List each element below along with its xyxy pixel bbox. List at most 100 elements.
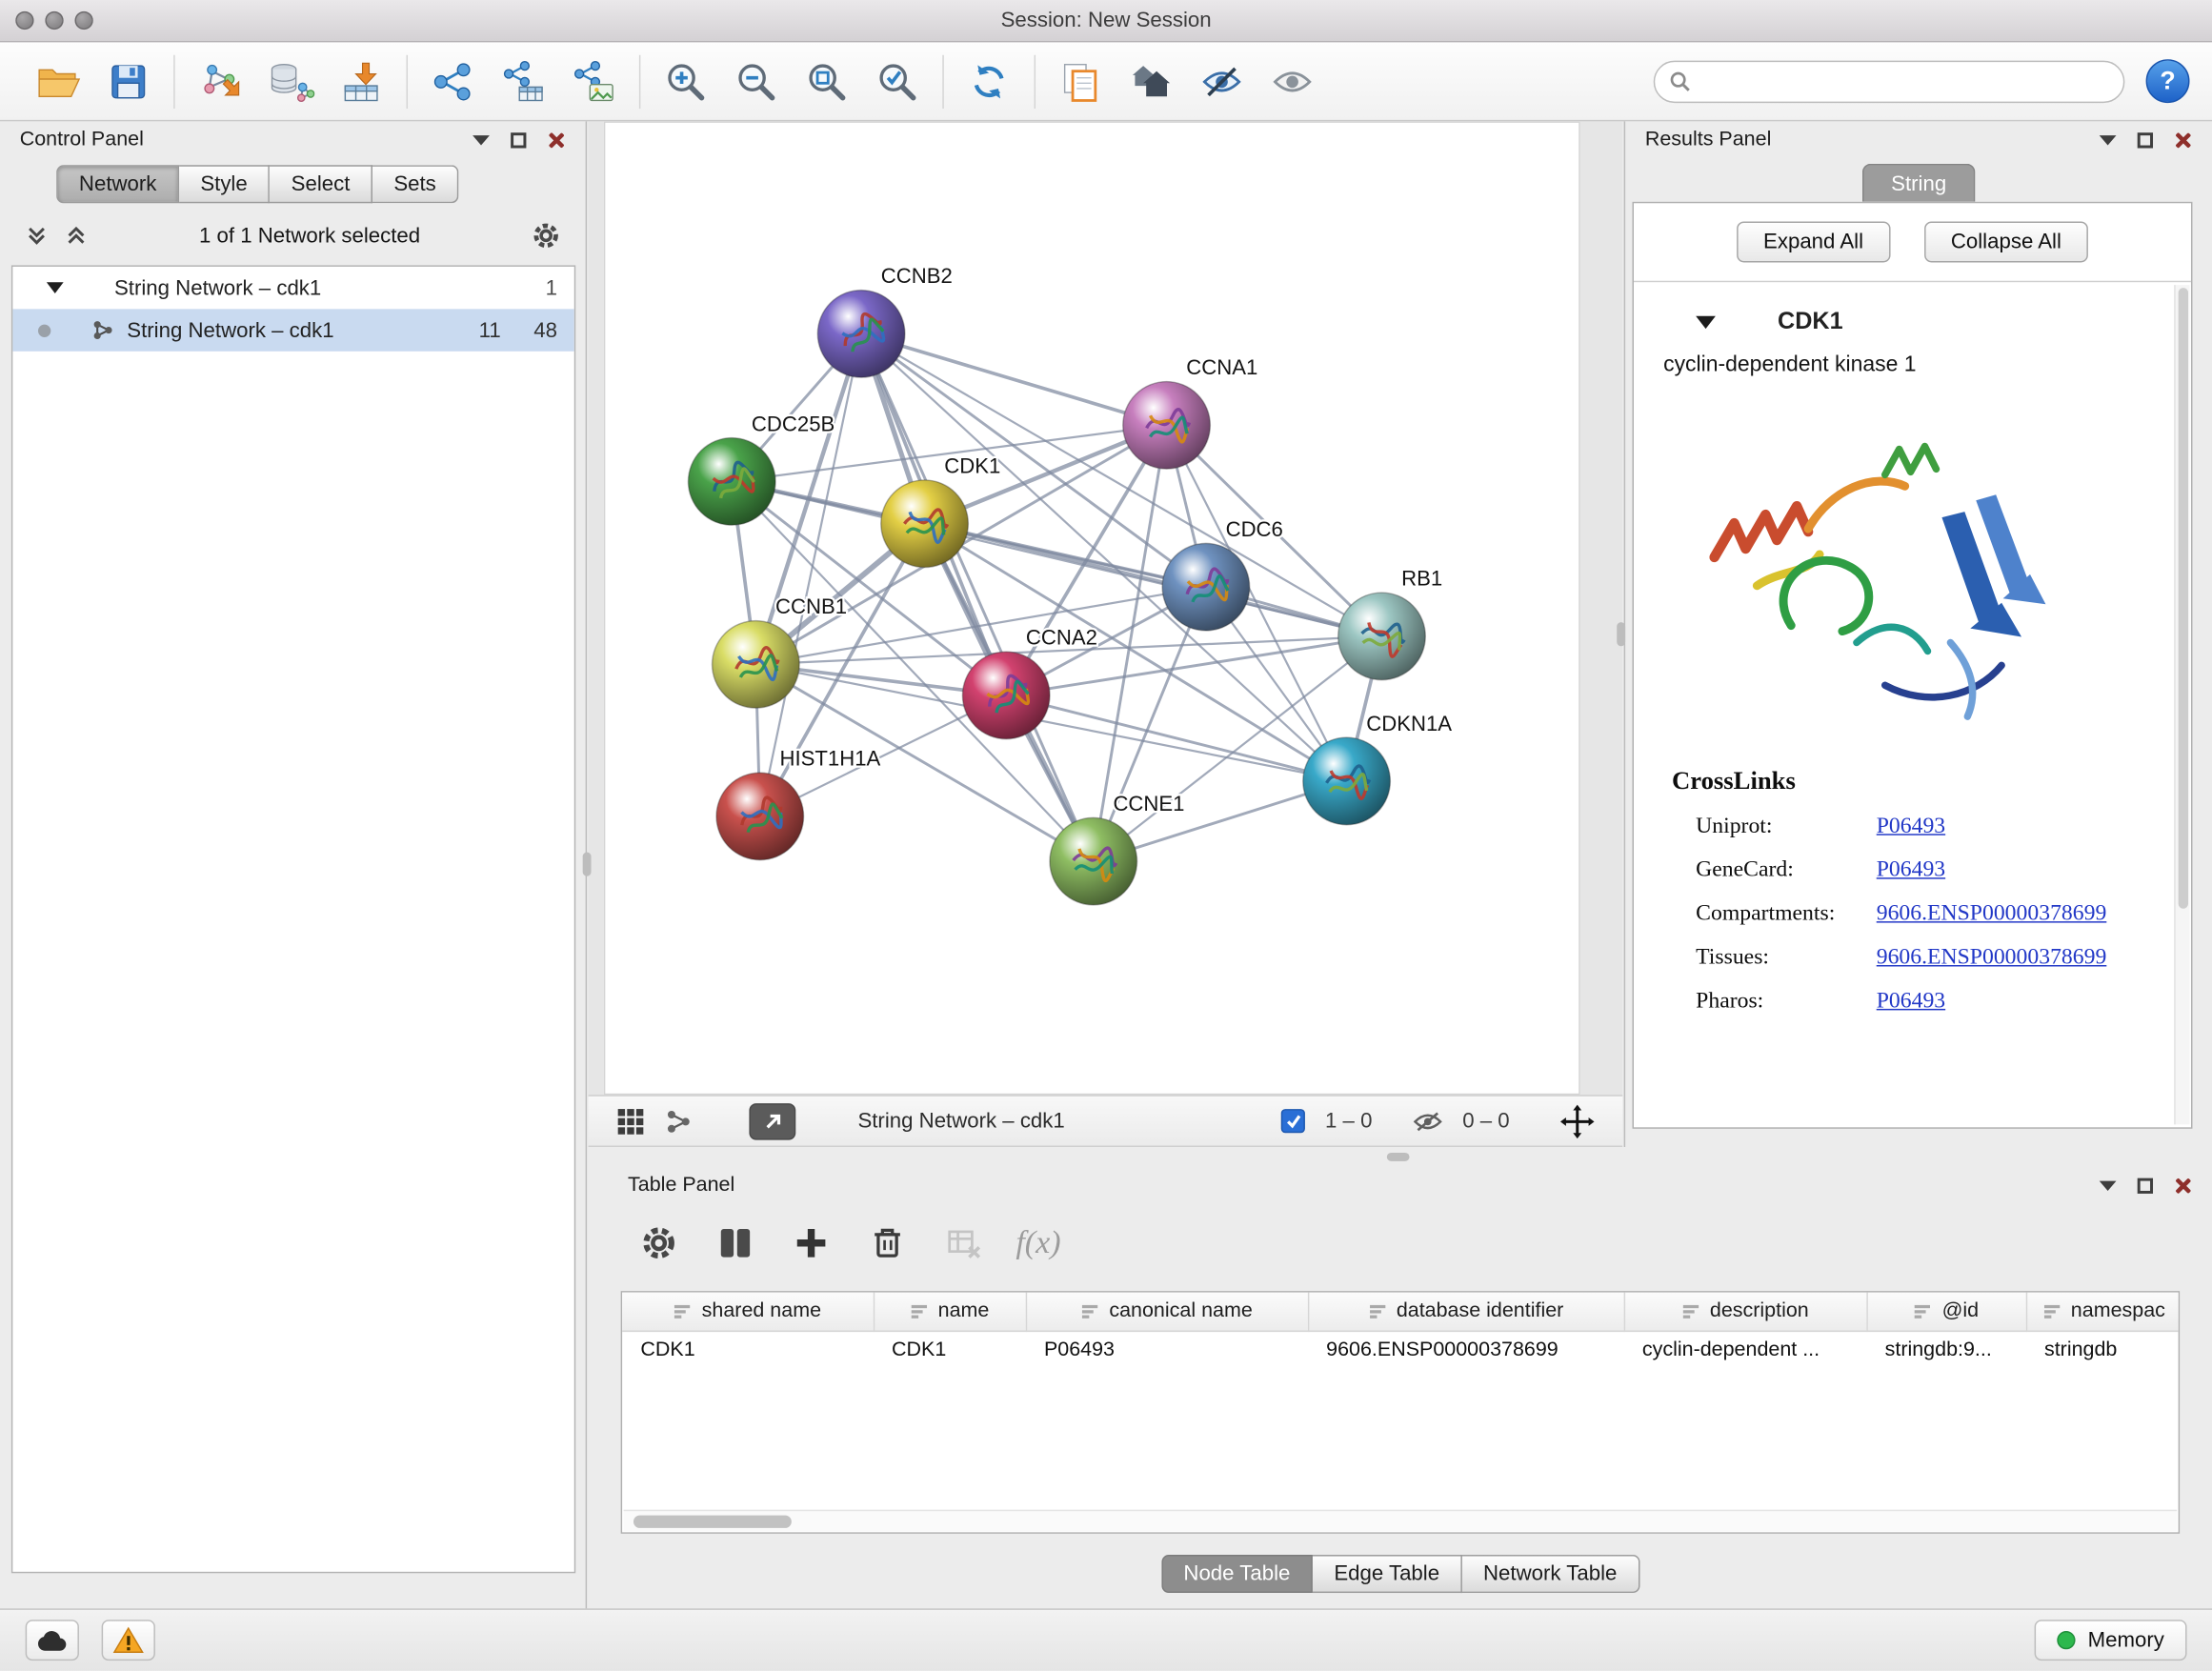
- close-panel-icon[interactable]: [2174, 131, 2192, 149]
- tab-edge-table[interactable]: Edge Table: [1313, 1555, 1462, 1593]
- neighborhood-button[interactable]: [1116, 49, 1186, 113]
- warnings-button[interactable]: [102, 1620, 155, 1661]
- crosslink-link[interactable]: 9606.ENSP00000378699: [1877, 901, 2107, 927]
- column-header-namespac[interactable]: namespac: [2026, 1293, 2180, 1331]
- network-edge[interactable]: [760, 333, 861, 816]
- toggle-columns-button[interactable]: [711, 1219, 758, 1267]
- results-scrollbar[interactable]: [2174, 285, 2189, 1124]
- tab-network-table[interactable]: Network Table: [1462, 1555, 1639, 1593]
- show-all-button[interactable]: [1257, 49, 1328, 113]
- float-panel-icon[interactable]: [2138, 1178, 2153, 1193]
- zoom-window-button[interactable]: [74, 11, 92, 30]
- tab-network[interactable]: Network: [56, 165, 179, 203]
- tab-style[interactable]: Style: [179, 165, 270, 203]
- horizontal-splitter[interactable]: [589, 1147, 2212, 1167]
- create-column-button[interactable]: [787, 1219, 835, 1267]
- export-network-button[interactable]: [417, 49, 488, 113]
- table-cell: stringdb: [2026, 1331, 2180, 1370]
- share-icon[interactable]: [665, 1107, 694, 1136]
- close-panel-icon[interactable]: [548, 131, 566, 149]
- tab-string[interactable]: String: [1862, 164, 1975, 202]
- network-collection-row[interactable]: String Network – cdk1 1: [12, 267, 573, 309]
- grid-icon[interactable]: [616, 1107, 645, 1136]
- expand-all-button[interactable]: Expand All: [1737, 222, 1890, 263]
- delete-column-button[interactable]: [863, 1219, 911, 1267]
- network-node-cdc25b[interactable]: CDC25B: [688, 412, 835, 525]
- close-window-button[interactable]: [15, 11, 33, 30]
- zoom-out-button[interactable]: [721, 49, 792, 113]
- table-settings-button[interactable]: [634, 1219, 682, 1267]
- column-sort-icon: [1081, 1302, 1099, 1320]
- table-row[interactable]: CDK1CDK1P064939606.ENSP00000378699cyclin…: [622, 1331, 2180, 1370]
- search-input[interactable]: [1701, 70, 2109, 92]
- zoom-selected-button[interactable]: [862, 49, 933, 113]
- splitter-handle[interactable]: [1617, 622, 1625, 646]
- collection-expand-icon[interactable]: [47, 282, 64, 293]
- open-in-window-button[interactable]: [749, 1102, 795, 1139]
- save-session-button[interactable]: [93, 49, 164, 113]
- export-table-icon: [499, 57, 547, 105]
- collapse-all-button[interactable]: Collapse All: [1924, 222, 2088, 263]
- panel-menu-icon[interactable]: [2100, 1180, 2117, 1190]
- network-node-hist1h1a[interactable]: HIST1H1A: [716, 747, 881, 860]
- expand-all-icon[interactable]: [65, 224, 88, 247]
- column-header-shared-name[interactable]: shared name: [622, 1293, 874, 1331]
- hide-selected-button[interactable]: [1187, 49, 1257, 113]
- network-edge[interactable]: [861, 333, 1166, 425]
- float-panel-icon[interactable]: [511, 131, 526, 147]
- export-table-button[interactable]: [488, 49, 558, 113]
- gear-icon[interactable]: [532, 222, 560, 251]
- network-edge[interactable]: [1094, 587, 1206, 861]
- apply-preferred-layout-button[interactable]: [954, 49, 1024, 113]
- import-network-database-button[interactable]: [255, 49, 326, 113]
- minimize-window-button[interactable]: [45, 11, 63, 30]
- float-panel-icon[interactable]: [2138, 131, 2153, 147]
- crosslink-link[interactable]: P06493: [1877, 857, 1945, 883]
- tab-sets[interactable]: Sets: [372, 165, 458, 203]
- network-row-selected[interactable]: String Network – cdk1 11 48: [12, 309, 573, 351]
- selected-checkbox[interactable]: [1281, 1109, 1305, 1133]
- network-edge[interactable]: [1006, 695, 1346, 781]
- tab-node-table[interactable]: Node Table: [1161, 1555, 1313, 1593]
- network-edge[interactable]: [925, 524, 1382, 636]
- network-edge[interactable]: [861, 333, 1094, 861]
- close-panel-icon[interactable]: [2174, 1176, 2192, 1194]
- network-node-rb1[interactable]: RB1: [1338, 567, 1443, 680]
- zoom-fit-button[interactable]: [792, 49, 862, 113]
- scrollbar-thumb[interactable]: [633, 1516, 792, 1528]
- collapse-all-icon[interactable]: [26, 224, 49, 247]
- network-node-cdk1[interactable]: CDK1: [881, 454, 1001, 568]
- gene-collapse-icon[interactable]: [1696, 315, 1716, 328]
- column-header-canonical-name[interactable]: canonical name: [1026, 1293, 1308, 1331]
- crosslink-link[interactable]: 9606.ENSP00000378699: [1877, 945, 2107, 971]
- column-header-database-identifier[interactable]: database identifier: [1308, 1293, 1624, 1331]
- network-canvas[interactable]: CCNB2CCNA1CDC25BCDK1CDC6RB1CCNB1CCNA2CDK…: [604, 121, 1580, 1095]
- function-builder-button[interactable]: f(x): [1016, 1225, 1060, 1262]
- splitter-handle[interactable]: [583, 853, 592, 876]
- network-node-ccna1[interactable]: CCNA1: [1123, 355, 1258, 469]
- column-header-description[interactable]: description: [1624, 1293, 1867, 1331]
- open-session-button[interactable]: [23, 49, 93, 113]
- panel-menu-icon[interactable]: [473, 134, 490, 144]
- panel-menu-icon[interactable]: [2100, 134, 2117, 144]
- clear-table-button-disabled[interactable]: [939, 1219, 987, 1267]
- import-network-file-button[interactable]: [185, 49, 255, 113]
- crosslink-link[interactable]: P06493: [1877, 988, 1945, 1014]
- clone-network-button[interactable]: [1045, 49, 1116, 113]
- gene-section-header[interactable]: CDK1: [1634, 282, 2191, 335]
- help-button[interactable]: ?: [2146, 59, 2190, 103]
- zoom-in-button[interactable]: [651, 49, 721, 113]
- column-header-name[interactable]: name: [874, 1293, 1026, 1331]
- network-node-cdkn1a[interactable]: CDKN1A: [1303, 712, 1453, 825]
- move-crosshair-icon[interactable]: [1560, 1104, 1595, 1138]
- table-horizontal-scrollbar[interactable]: [624, 1510, 2178, 1531]
- memory-button[interactable]: Memory: [2034, 1620, 2186, 1661]
- cloud-button[interactable]: [26, 1620, 79, 1661]
- network-node-ccnb2[interactable]: CCNB2: [817, 264, 953, 377]
- column-header--id[interactable]: @id: [1866, 1293, 2025, 1331]
- import-table-button[interactable]: [326, 49, 396, 113]
- crosslink-link[interactable]: P06493: [1877, 814, 1945, 839]
- column-sort-icon: [910, 1302, 928, 1320]
- tab-select[interactable]: Select: [270, 165, 372, 203]
- export-image-button[interactable]: [558, 49, 629, 113]
